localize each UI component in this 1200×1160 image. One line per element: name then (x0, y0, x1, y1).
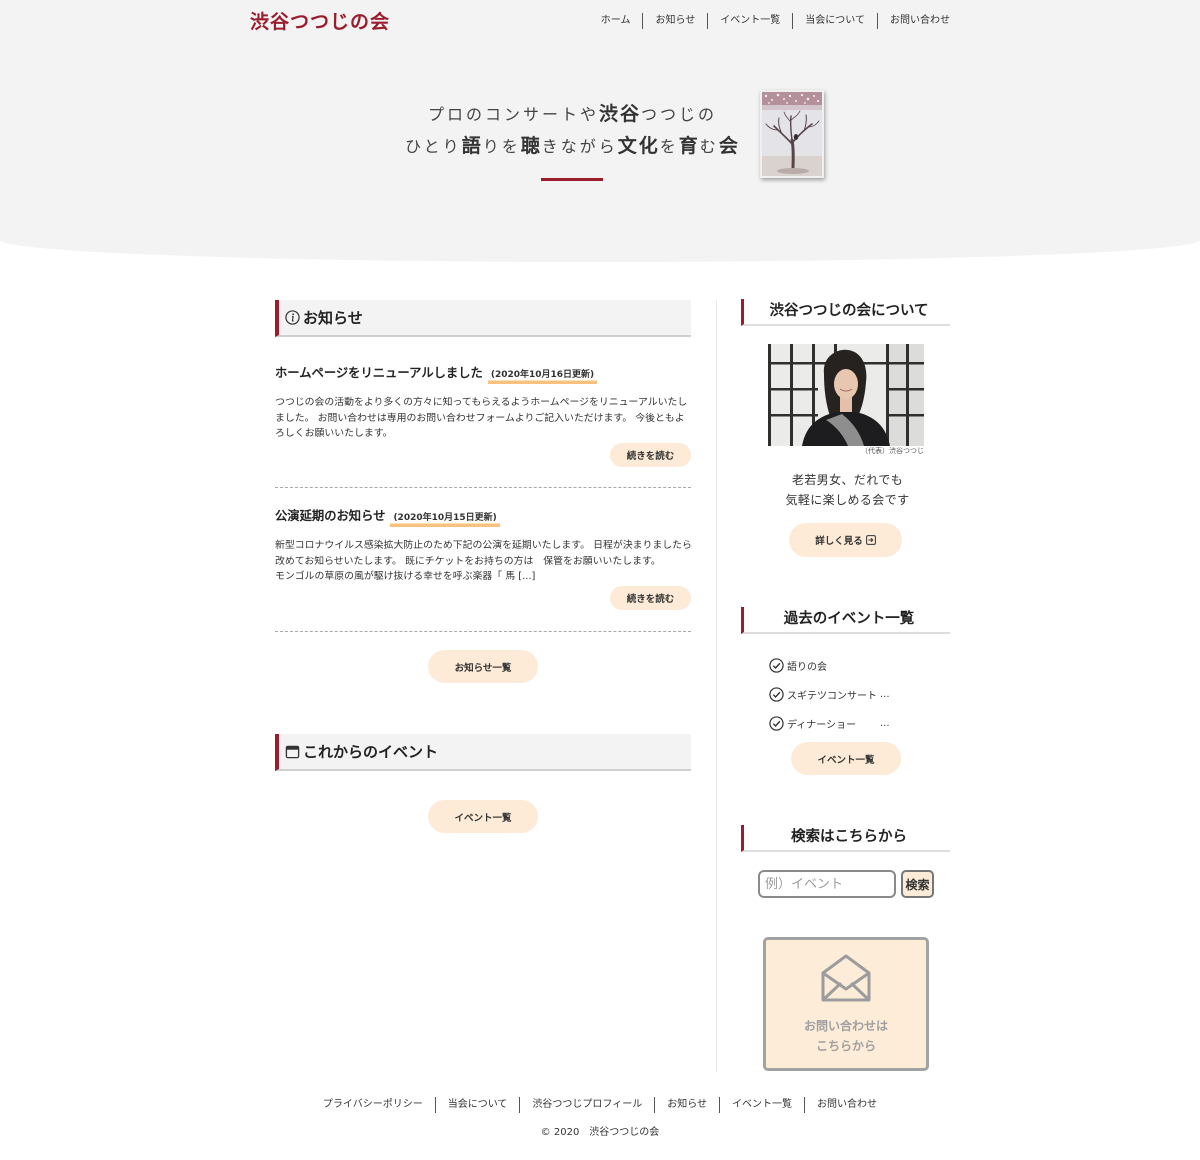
event-list-button[interactable]: イベント一覧 (428, 800, 538, 833)
hero-text-emphasis: 聴 (520, 135, 542, 157)
tagline-line: 気軽に楽しめる会です (785, 493, 910, 507)
check-circle-icon (769, 657, 787, 673)
footer-link-about[interactable]: 当会について (434, 1097, 520, 1113)
post-excerpt: 新型コロナウイルス感染拡大防止のため下記の公演を延期いたします。 日程が決まりま… (275, 538, 692, 585)
past-event-ellipsis: ... (880, 717, 890, 729)
post-excerpt-paragraph: モンゴルの草原の風が駆け抜ける幸せを呼ぶ楽器「 馬 [...] (275, 571, 536, 582)
footer-nav: プライバシーポリシー 当会について 渋谷つつじプロフィール お知らせ イベント一… (0, 1097, 1200, 1113)
hero-text-emphasis: 会 (718, 135, 740, 157)
read-more-button[interactable]: 続きを読む (610, 586, 691, 610)
search-input[interactable] (758, 870, 896, 898)
post-title-link[interactable]: 公演延期のお知らせ (275, 508, 385, 524)
representative-photo (768, 344, 924, 446)
past-event-item[interactable]: ディナーショー ... (769, 715, 890, 731)
hero-text-emphasis: 渋谷 (598, 103, 641, 125)
post-title-row: ホームページをリニューアルしました (2020年10月16日更新) (275, 365, 691, 384)
search-button[interactable]: 検索 (901, 870, 934, 898)
hero-text-segment: を (659, 137, 679, 156)
nav-item-events[interactable]: イベント一覧 (707, 13, 792, 29)
nav-item-contact[interactable]: お問い合わせ (877, 13, 950, 29)
footer-link-profile[interactable]: 渋谷つつじプロフィール (519, 1097, 654, 1113)
hero-catchphrase: プロのコンサートや 渋谷 つつじの ひとり 語 りを 聴 きながら 文化 を 育… (400, 98, 745, 162)
tagline-line: 老若男女、だれでも (791, 473, 904, 487)
hero-text-emphasis: 文化 (617, 135, 660, 157)
past-event-name: スギテツコンサート (787, 690, 877, 702)
site-logo[interactable]: 渋谷つつじの会 (250, 9, 390, 35)
read-more-button[interactable]: 続きを読む (610, 443, 691, 467)
past-event-name: 語りの会 (787, 661, 827, 673)
hero-text-emphasis: 語 (461, 135, 483, 157)
hero-text-segment: きながら (541, 137, 618, 156)
news-section-heading: お知らせ (275, 300, 691, 337)
info-icon (285, 310, 300, 325)
post-date: (2020年10月15日更新) (390, 510, 500, 527)
hero-accent-bar (541, 178, 603, 181)
post-title-link[interactable]: ホームページをリニューアルしました (275, 365, 483, 381)
post-excerpt-paragraph: 新型コロナウイルス感染拡大防止のため下記の公演を延期いたします。 日程が決まりま… (275, 540, 692, 567)
post-divider (275, 631, 691, 632)
contact-text-line: こちらから (815, 1039, 876, 1053)
hero-text-emphasis: 育 (678, 135, 700, 157)
about-heading: 渋谷つつじの会について (741, 299, 950, 326)
about-tagline: 老若男女、だれでも 気軽に楽しめる会です (745, 470, 950, 510)
hero-text-segment: プロのコンサートや (427, 105, 599, 124)
check-circle-icon (769, 715, 787, 731)
about-detail-button[interactable]: 詳しく見る (789, 523, 902, 557)
footer-link-news[interactable]: お知らせ (654, 1097, 719, 1113)
check-circle-icon (769, 686, 787, 702)
book-cover-image (760, 90, 824, 178)
arrow-box-icon (863, 535, 876, 545)
news-heading-title: お知らせ (303, 308, 363, 327)
post-date: (2020年10月16日更新) (487, 367, 598, 384)
contact-text: お問い合わせは こちらから (766, 1016, 926, 1056)
nav-item-about[interactable]: 当会について (792, 13, 877, 29)
upcoming-events-title: これからのイベント (303, 742, 439, 761)
hero-text-segment: ひとり (405, 137, 462, 156)
photo-caption: （代表）渋谷つつじ (861, 447, 924, 455)
about-detail-label: 詳しく見る (815, 536, 863, 547)
past-event-item[interactable]: スギテツコンサート ... (769, 686, 890, 702)
global-nav: ホーム お知らせ イベント一覧 当会について お問い合わせ (589, 13, 950, 29)
hero-text-segment: りを (482, 137, 521, 156)
past-event-item[interactable]: 語りの会 (769, 657, 880, 673)
past-event-ellipsis: ... (880, 688, 890, 700)
nav-item-news[interactable]: お知らせ (642, 13, 707, 29)
hero-line-2: ひとり 語 りを 聴 きながら 文化 を 育 む 会 (400, 130, 745, 162)
post-divider (275, 487, 691, 488)
footer-link-contact[interactable]: お問い合わせ (804, 1097, 877, 1113)
footer-link-events[interactable]: イベント一覧 (719, 1097, 804, 1113)
contact-banner[interactable]: お問い合わせは こちらから (763, 937, 929, 1071)
post-excerpt-paragraph: つつじの会の活動をより多くの方々に知ってもらえるようホームページをリニューアルい… (275, 397, 688, 439)
page: 渋谷つつじの会 ホーム お知らせ イベント一覧 当会について お問い合わせ プロ… (0, 0, 1200, 1160)
copyright: © 2020 渋谷つつじの会 (540, 1127, 660, 1138)
past-event-list-button[interactable]: イベント一覧 (791, 742, 901, 775)
nav-item-home[interactable]: ホーム (589, 13, 643, 29)
hero-line-1: プロのコンサートや 渋谷 つつじの (400, 98, 745, 130)
past-event-name: ディナーショー (787, 719, 857, 731)
post-title-row: 公演延期のお知らせ (2020年10月15日更新) (275, 508, 691, 527)
contact-text-line: お問い合わせは (803, 1019, 888, 1033)
hero-text-segment: む (699, 137, 719, 156)
upcoming-events-heading: これからのイベント (275, 734, 691, 771)
past-events-heading: 過去のイベント一覧 (741, 607, 950, 634)
footer-link-privacy[interactable]: プライバシーポリシー (323, 1097, 435, 1113)
news-list-button[interactable]: お知らせ一覧 (428, 650, 538, 683)
column-divider (716, 300, 717, 1072)
search-heading: 検索はこちらから (741, 825, 950, 852)
post-excerpt: つつじの会の活動をより多くの方々に知ってもらえるようホームページをリニューアルい… (275, 395, 692, 442)
calendar-icon (285, 744, 300, 759)
hero-text-segment: つつじの (641, 105, 718, 124)
